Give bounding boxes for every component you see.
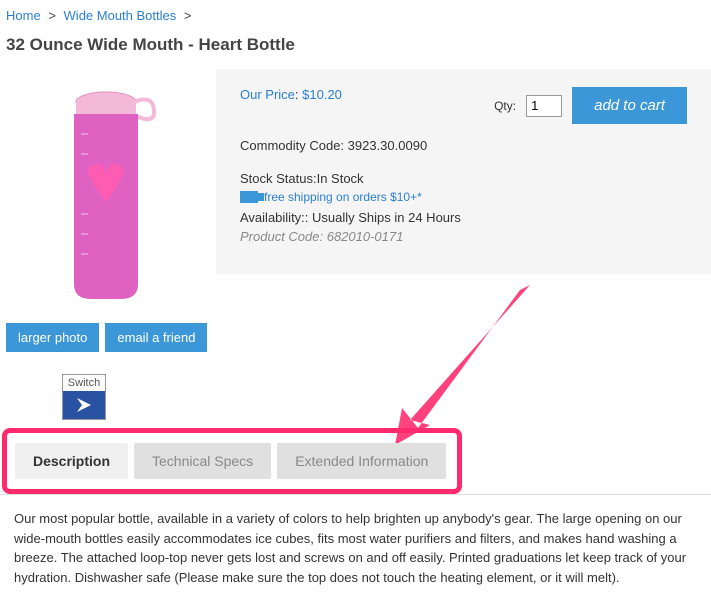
add-to-cart-button[interactable]: add to cart [572,87,687,124]
page-title: 32 Ounce Wide Mouth - Heart Bottle [0,31,711,69]
breadcrumb: Home > Wide Mouth Bottles > [0,0,711,31]
tabs: Description Technical Specs Extended Inf… [15,443,449,479]
tab-description[interactable]: Description [15,443,128,479]
description-content: Our most popular bottle, available in a … [0,494,711,607]
truck-icon [240,191,258,203]
larger-photo-button[interactable]: larger photo [6,323,99,352]
tab-technical-specs[interactable]: Technical Specs [134,443,271,479]
product-image [6,79,206,309]
switch-icon [63,391,105,419]
availability: Availability:: Usually Ships in 24 Hours [240,210,687,225]
shipping-line: free shipping on orders $10+* [240,190,687,204]
qty-label: Qty: [494,99,516,113]
info-panel: Our Price: $10.20 Qty: add to cart Commo… [216,69,711,274]
commodity-code: Commodity Code: 3923.30.0090 [240,138,687,153]
tabs-highlight: Description Technical Specs Extended Inf… [2,428,462,494]
breadcrumb-sep: > [48,8,56,23]
breadcrumb-category[interactable]: Wide Mouth Bottles [64,8,177,23]
qty-input[interactable] [526,95,562,117]
email-friend-button[interactable]: email a friend [105,323,207,352]
product-code: Product Code: 682010-0171 [240,229,687,244]
stock-status: Stock Status:In Stock [240,171,687,186]
tab-extended-info[interactable]: Extended Information [277,443,446,479]
breadcrumb-sep: > [184,8,192,23]
annotation-arrow-icon [380,280,540,450]
breadcrumb-home[interactable]: Home [6,8,41,23]
switch-label: Switch [63,375,105,391]
price-line: Our Price: $10.20 [240,87,342,102]
switch-badge[interactable]: Switch [62,374,106,420]
